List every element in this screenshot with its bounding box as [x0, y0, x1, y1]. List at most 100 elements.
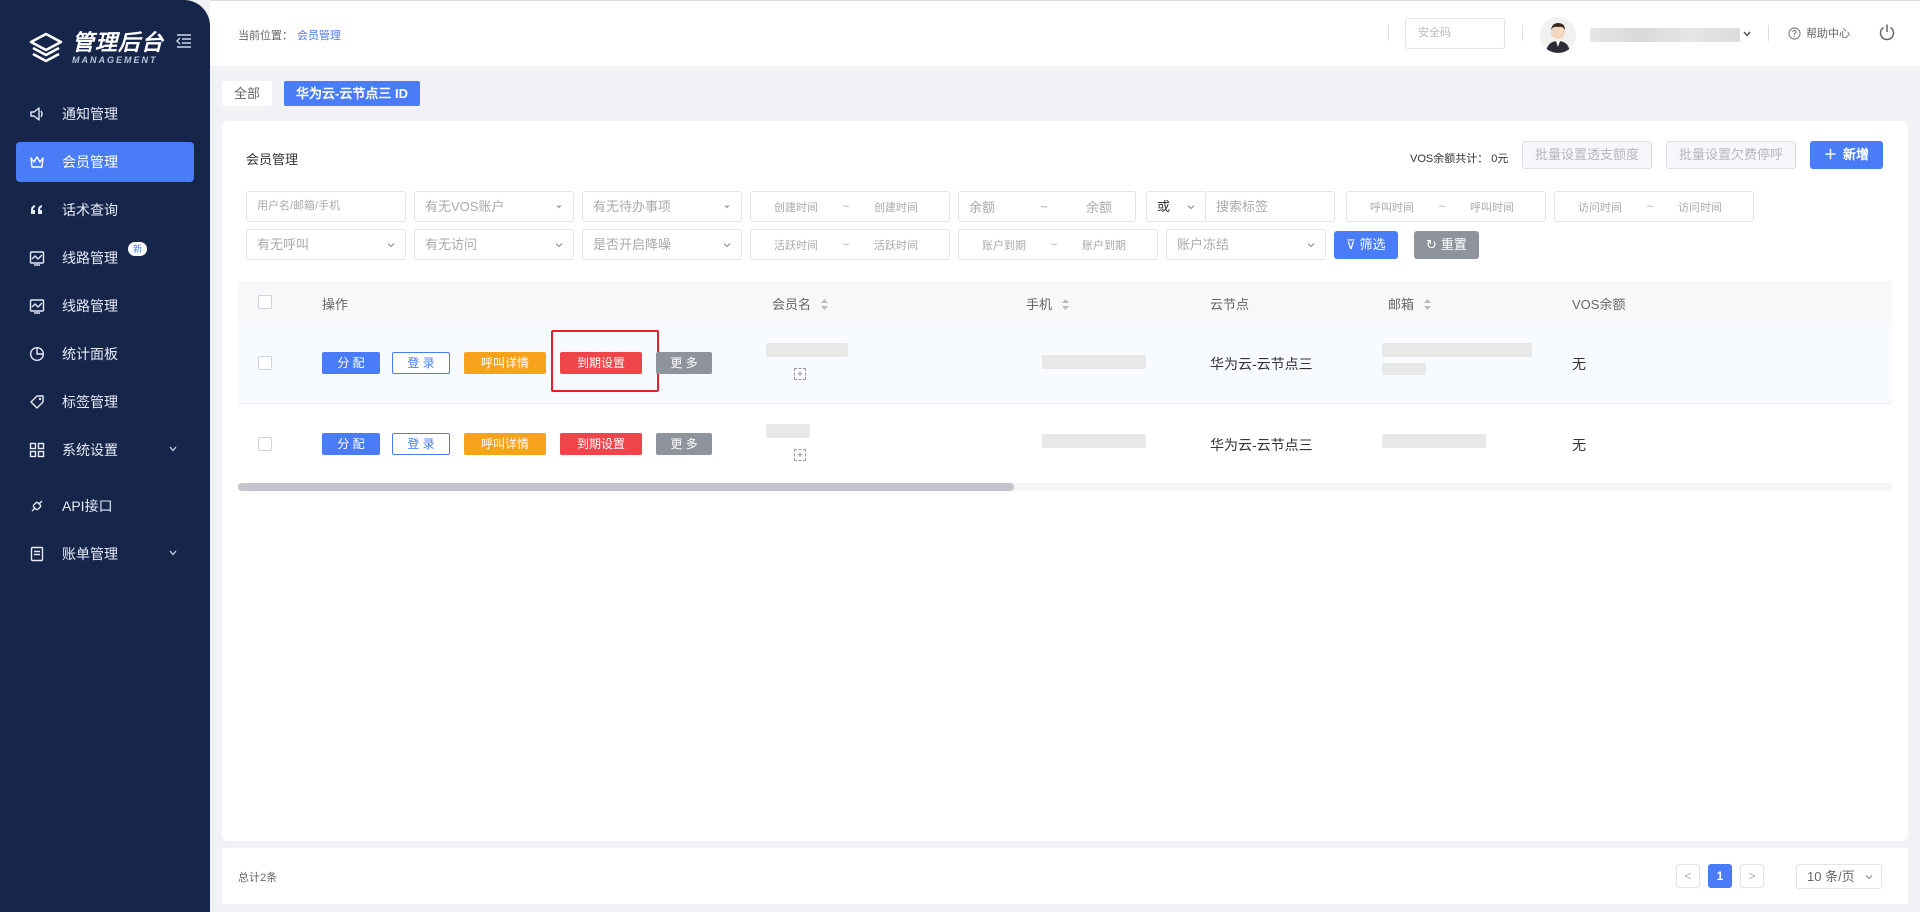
sidebar-item-members[interactable]: 会员管理 [16, 142, 194, 182]
assign-button[interactable]: 分 配 [322, 433, 380, 455]
page-size-value: 10 条/页 [1807, 869, 1855, 884]
login-button[interactable]: 登 录 [392, 433, 450, 455]
call-time-range[interactable]: 呼叫时间 ~ 呼叫时间 [1346, 191, 1546, 222]
select-value: 有无访问 [425, 237, 478, 252]
sidebar-item-lines-new[interactable]: 线路管理 新 [16, 238, 194, 278]
next-page-button[interactable]: > [1740, 864, 1764, 888]
th-member[interactable]: 会员名 [772, 294, 828, 313]
range-start: 呼叫时间 [1370, 201, 1414, 214]
sort-icon[interactable] [820, 299, 828, 310]
th-phone[interactable]: 手机 [1026, 294, 1069, 313]
table-header: 操作 会员名 手机 云节点 邮箱 VOS余额 [238, 281, 1892, 323]
email-redacted [1382, 343, 1532, 357]
node-cell: 华为云-云节点三 [1210, 356, 1313, 372]
page-1-button[interactable]: 1 [1708, 864, 1732, 888]
th-email[interactable]: 邮箱 [1388, 294, 1431, 313]
member-name-redacted [766, 343, 848, 357]
tag-icon [28, 393, 46, 411]
balance-range[interactable]: 余额 ~ 余额 [958, 191, 1136, 222]
batch-overdraft-button[interactable]: 批量设置透支额度 [1522, 141, 1653, 169]
collapse-menu-icon[interactable] [176, 34, 192, 48]
sidebar-item-label: 统计面板 [62, 346, 118, 362]
highlight-box [551, 330, 659, 392]
expire-range[interactable]: 账户到期 ~ 账户到期 [958, 229, 1158, 260]
sidebar-item-tags[interactable]: 标签管理 [16, 382, 194, 422]
help-center-link[interactable]: 帮助中心 [1788, 25, 1850, 41]
has-call-select[interactable]: 有无呼叫 [246, 229, 406, 260]
avatar[interactable] [1540, 17, 1576, 53]
row-checkbox[interactable] [258, 437, 272, 451]
range-sep: ~ [1646, 200, 1654, 213]
header-divider [1522, 25, 1523, 41]
power-icon[interactable] [1878, 23, 1896, 41]
create-time-range[interactable]: 创建时间 ~ 创建时间 [750, 191, 950, 222]
noise-reduction-select[interactable]: 是否开启降噪 [582, 229, 742, 260]
breadcrumb-label: 当前位置： [238, 30, 293, 42]
select-value: 有无呼叫 [257, 237, 310, 252]
assign-button[interactable]: 分 配 [322, 352, 380, 374]
chevron-down-icon [387, 243, 395, 248]
vos-account-select[interactable]: 有无VOS账户 [414, 191, 574, 222]
call-detail-button[interactable]: 呼叫详情 [464, 433, 546, 455]
active-time-range[interactable]: 活跃时间 ~ 活跃时间 [750, 229, 950, 260]
qr-code-icon[interactable]: + [794, 368, 806, 380]
visit-time-range[interactable]: 访问时间 ~ 访问时间 [1554, 191, 1754, 222]
crown-icon [28, 153, 46, 171]
sidebar: 管理后台 MANAGEMENT 通知管理 会员管理 话术查询 线路管理 新 线路… [0, 0, 210, 912]
select-all-checkbox[interactable] [258, 295, 272, 309]
sidebar-item-label: 话术查询 [62, 202, 118, 218]
pagination-bar: 总计2条 < 1 > 10 条/页 [222, 848, 1908, 904]
sidebar-item-billing[interactable]: 账单管理 [16, 534, 194, 574]
help-center-label: 帮助中心 [1806, 28, 1850, 40]
select-value: 是否开启降噪 [593, 237, 672, 252]
sidebar-item-notice[interactable]: 通知管理 [16, 94, 194, 134]
todo-select[interactable]: 有无待办事项 [582, 191, 742, 222]
sidebar-item-label: 系统设置 [62, 442, 118, 458]
has-visit-select[interactable]: 有无访问 [414, 229, 574, 260]
chevron-down-icon[interactable] [1742, 29, 1752, 39]
more-button[interactable]: 更 多 [656, 433, 712, 455]
sidebar-item-settings[interactable]: 系统设置 [16, 430, 194, 470]
prev-page-button[interactable]: < [1676, 864, 1700, 888]
api-icon [28, 497, 46, 515]
reset-button[interactable]: ↻ 重置 [1414, 231, 1479, 259]
refresh-icon: ↻ [1426, 237, 1437, 252]
tag-search-input[interactable]: 搜索标签 [1205, 191, 1335, 222]
sidebar-item-lines[interactable]: 线路管理 [16, 286, 194, 326]
logic-select[interactable]: 或 [1146, 191, 1206, 222]
freeze-select[interactable]: 账户冻结 [1166, 229, 1326, 260]
phone-redacted [1042, 434, 1146, 448]
scrollbar-thumb[interactable] [238, 483, 1014, 491]
row-checkbox[interactable] [258, 356, 272, 370]
question-circle-icon [1788, 26, 1801, 40]
tag-node[interactable]: 华为云-云节点三 ID [284, 81, 420, 106]
tag-all[interactable]: 全部 [222, 81, 273, 106]
login-button[interactable]: 登 录 [392, 352, 450, 374]
horizontal-scrollbar[interactable] [238, 483, 1892, 491]
th-vos: VOS余额 [1572, 297, 1626, 312]
safe-code-input[interactable]: 安全码 [1405, 18, 1505, 49]
username-redacted[interactable] [1590, 28, 1740, 42]
sidebar-item-stats[interactable]: 统计面板 [16, 334, 194, 374]
sort-icon[interactable] [1061, 299, 1069, 310]
add-button[interactable]: ＋ 新增 [1810, 141, 1884, 169]
more-button[interactable]: 更 多 [656, 352, 712, 374]
tag-bar: 全部 华为云-云节点三 ID [222, 81, 420, 106]
user-search-input[interactable]: 用户名/邮箱/手机 [246, 191, 406, 222]
range-sep: ~ [1438, 200, 1446, 213]
batch-suspend-button[interactable]: 批量设置欠费停呼 [1666, 141, 1797, 169]
page-size-select[interactable]: 10 条/页 [1796, 864, 1882, 889]
breadcrumb-current[interactable]: 会员管理 [297, 30, 341, 42]
filter-button[interactable]: ⊽ 筛选 [1334, 231, 1398, 259]
qr-code-icon[interactable]: + [794, 449, 806, 461]
call-detail-button[interactable]: 呼叫详情 [464, 352, 546, 374]
chevron-down-icon [169, 446, 177, 452]
th-member-label: 会员名 [772, 297, 812, 312]
members-table: 操作 会员名 手机 云节点 邮箱 VOS余额 分 配 登 录 呼叫详情 到期设置… [238, 281, 1892, 485]
sidebar-item-api[interactable]: API接口 [16, 486, 194, 526]
expire-setting-button[interactable]: 到期设置 [560, 433, 642, 455]
sort-icon[interactable] [1423, 299, 1431, 310]
chevron-down-icon [1307, 243, 1315, 248]
sidebar-item-script-query[interactable]: 话术查询 [16, 190, 194, 230]
app-root: 管理后台 MANAGEMENT 通知管理 会员管理 话术查询 线路管理 新 线路… [0, 0, 1920, 912]
